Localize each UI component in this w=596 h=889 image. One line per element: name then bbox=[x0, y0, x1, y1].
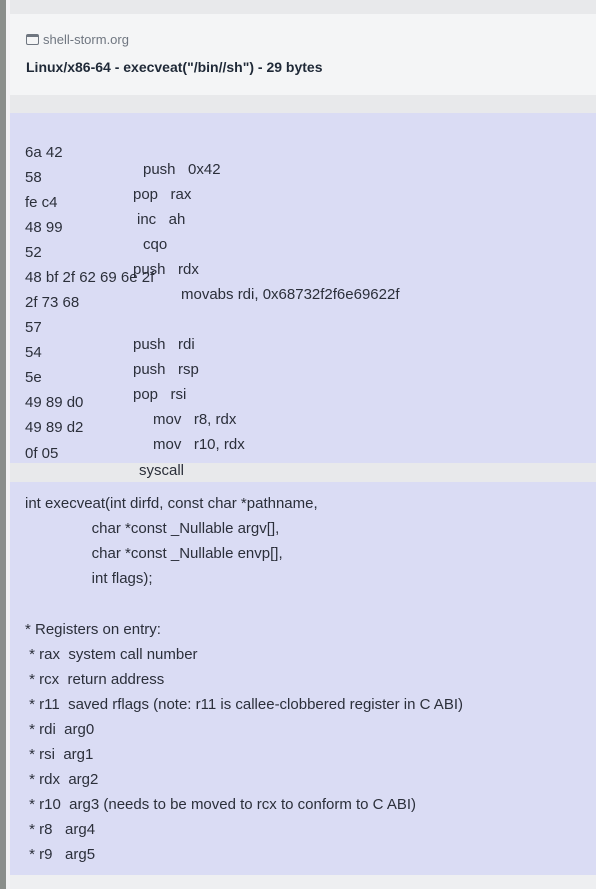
page-header: shell-storm.org Linux/x86-64 - execveat(… bbox=[10, 14, 596, 95]
code-row: 58 pop rax bbox=[25, 152, 191, 203]
code-row: 6a 42 push 0x42 bbox=[25, 127, 221, 178]
code-instruction: mov r10, rdx bbox=[153, 436, 245, 453]
doc-line: * rdi arg0 bbox=[25, 721, 95, 738]
doc-line: * Registers on entry: bbox=[25, 621, 161, 638]
code-row: 49 89 d0 mov r8, rdx bbox=[25, 377, 236, 428]
code-row: 52 push rdx bbox=[25, 227, 199, 278]
doc-line: * rax system call number bbox=[25, 646, 198, 663]
code-instruction: cqo bbox=[143, 236, 168, 253]
doc-line: * rdx arg2 bbox=[25, 771, 99, 788]
code-instruction: movabs rdi, 0x68732f2f6e69622f bbox=[181, 286, 400, 303]
doc-line: char *const _Nullable envp[], bbox=[25, 545, 283, 562]
doc-line: * r10 arg3 (needs to be moved to rcx to … bbox=[25, 796, 417, 813]
code-instruction: mov r8, rdx bbox=[153, 411, 237, 428]
doc-line: * r11 saved rflags (note: r11 is callee-… bbox=[25, 696, 463, 713]
code-row: 54 push rsp bbox=[25, 327, 199, 378]
doc-line: int flags); bbox=[25, 570, 153, 587]
code-row: 48 bf 2f 62 69 6e 2f movabs rdi, 0x68732… bbox=[25, 252, 400, 303]
code-bytes: 48 bf 2f 62 69 6e 2f bbox=[25, 269, 155, 286]
doc-line: * rsi arg1 bbox=[25, 746, 94, 763]
doc-line: int execveat(int dirfd, const char *path… bbox=[25, 495, 318, 512]
code-instruction: syscall bbox=[139, 462, 185, 479]
page-title: Linux/x86-64 - execveat("/bin//sh") - 29… bbox=[26, 59, 323, 75]
window-icon bbox=[26, 34, 39, 45]
doc-line: * r9 arg5 bbox=[25, 846, 96, 863]
code-instruction: inc ah bbox=[137, 211, 186, 228]
shellcode-block: 6a 42 push 0x42 58 pop rax fe c4 inc ah … bbox=[10, 113, 596, 479]
doc-line: * r8 arg4 bbox=[25, 821, 96, 838]
site-label[interactable]: shell-storm.org bbox=[26, 32, 129, 47]
code-instruction: push 0x42 bbox=[143, 161, 221, 178]
doc-line: * rcx return address bbox=[25, 671, 165, 688]
code-row: 5e pop rsi bbox=[25, 352, 186, 403]
doc-line: char *const _Nullable argv[], bbox=[25, 520, 280, 537]
code-row: 2f 73 68 bbox=[25, 277, 79, 311]
page-bottom bbox=[10, 875, 596, 889]
code-instruction: pop rax bbox=[133, 186, 192, 203]
code-row: fe c4 inc ah bbox=[25, 177, 185, 228]
code-row: 49 89 d2 mov r10, rdx bbox=[25, 402, 245, 453]
code-row: 57 push rdi bbox=[25, 302, 195, 353]
code-bytes: 0f 05 bbox=[25, 445, 59, 462]
code-instruction: push rdi bbox=[133, 336, 195, 353]
code-row: 0f 05 syscall bbox=[25, 428, 184, 479]
documentation-block: int execveat(int dirfd, const char *path… bbox=[10, 482, 596, 875]
code-instruction: pop rsi bbox=[133, 386, 187, 403]
site-name: shell-storm.org bbox=[43, 32, 129, 47]
code-row: 48 99 cqo bbox=[25, 202, 167, 253]
code-instruction: push rsp bbox=[133, 361, 199, 378]
